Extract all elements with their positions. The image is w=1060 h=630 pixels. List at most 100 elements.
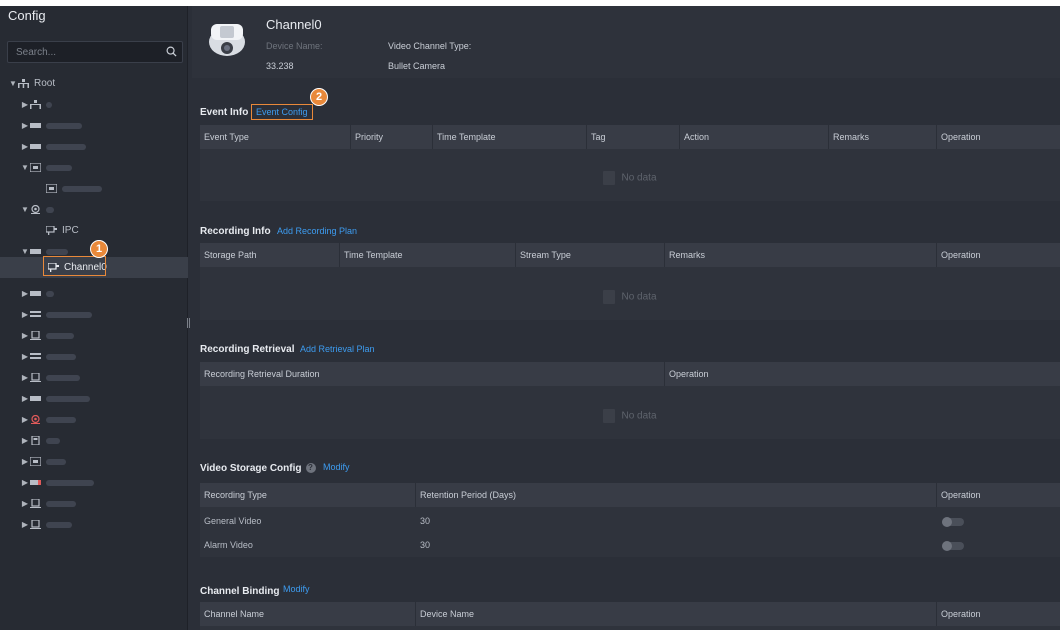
nvr-icon bbox=[30, 144, 41, 149]
collapse-arrow-icon[interactable]: ▶ bbox=[20, 415, 30, 424]
expand-arrow-icon[interactable]: ▼ bbox=[20, 247, 30, 256]
step1-badge: 1 bbox=[90, 240, 108, 258]
table-header: Recording Retrieval Duration Operation bbox=[200, 362, 1060, 386]
column-header[interactable]: Operation bbox=[937, 602, 1060, 626]
collapse-arrow-icon[interactable]: ▶ bbox=[20, 373, 30, 382]
collapse-arrow-icon[interactable]: ▶ bbox=[20, 142, 30, 151]
redacted-label bbox=[46, 206, 54, 213]
expand-arrow-icon[interactable]: ▼ bbox=[8, 79, 18, 88]
retention-cell: 30 bbox=[420, 540, 431, 550]
collapse-arrow-icon[interactable]: ▶ bbox=[20, 520, 30, 529]
channel-binding-title: Channel Binding bbox=[200, 586, 280, 597]
expand-arrow-icon[interactable]: ▼ bbox=[20, 163, 30, 172]
device-name-value: 33.238 bbox=[266, 61, 294, 71]
collapse-arrow-icon[interactable]: ▶ bbox=[20, 457, 30, 466]
video-storage-table: Recording Type Retention Period (Days) O… bbox=[200, 483, 1060, 557]
column-header[interactable]: Remarks bbox=[829, 125, 937, 149]
add-retrieval-plan-link[interactable]: Add Retrieval Plan bbox=[300, 344, 375, 354]
search-input[interactable] bbox=[8, 42, 158, 63]
search-box bbox=[7, 41, 183, 63]
column-header[interactable]: Time Template bbox=[340, 243, 516, 267]
column-header[interactable]: Channel Name bbox=[200, 602, 416, 626]
column-header[interactable]: Event Type bbox=[200, 125, 351, 149]
redacted-label bbox=[46, 122, 82, 129]
tree-node-device[interactable]: ▶ bbox=[0, 451, 188, 472]
alarm-video-toggle[interactable] bbox=[942, 541, 964, 551]
recording-info-title: Recording Info bbox=[200, 226, 271, 237]
tree-node-device[interactable]: ▶ bbox=[0, 325, 188, 346]
column-header[interactable]: Stream Type bbox=[516, 243, 665, 267]
column-header[interactable]: Operation bbox=[937, 125, 1060, 149]
tree-node-device[interactable]: ▶ bbox=[0, 283, 188, 304]
event-info-table: Event Type Priority Time Template Tag Ac… bbox=[200, 125, 1060, 201]
redacted-label bbox=[46, 395, 90, 402]
bullet-camera-icon bbox=[209, 24, 245, 56]
tree-node-group[interactable]: ▶ bbox=[0, 94, 188, 115]
column-header[interactable]: Recording Type bbox=[200, 483, 416, 507]
tree-node-device[interactable]: ▶ bbox=[0, 115, 188, 136]
redacted-label bbox=[46, 290, 54, 297]
column-header[interactable]: Retention Period (Days) bbox=[416, 483, 937, 507]
column-header[interactable]: Recording Retrieval Duration bbox=[200, 362, 665, 386]
tree-node-device[interactable]: ▶ bbox=[0, 304, 188, 325]
collapse-arrow-icon[interactable]: ▶ bbox=[20, 310, 30, 319]
general-video-toggle[interactable] bbox=[942, 517, 964, 527]
tree-node-device[interactable]: ▶ bbox=[0, 493, 188, 514]
tree-node-device[interactable]: ▶ bbox=[0, 388, 188, 409]
tree-node-device[interactable]: ▼ bbox=[0, 199, 188, 220]
redacted-label bbox=[46, 101, 52, 108]
sidebar-resize-handle[interactable] bbox=[187, 318, 190, 328]
tree-node-device[interactable]: ▶ bbox=[0, 136, 188, 157]
column-header[interactable]: Storage Path bbox=[200, 243, 340, 267]
tree-node-device[interactable]: ▶ bbox=[0, 409, 188, 430]
video-storage-title: Video Storage Config? bbox=[200, 463, 316, 474]
help-icon[interactable]: ? bbox=[305, 463, 316, 474]
empty-state: No data bbox=[200, 290, 1060, 304]
tree-node-device[interactable]: ▶ bbox=[0, 430, 188, 451]
column-header[interactable]: Priority bbox=[351, 125, 433, 149]
column-header[interactable]: Remarks bbox=[665, 243, 937, 267]
tree-node-device[interactable]: ▶ bbox=[0, 514, 188, 535]
search-icon[interactable] bbox=[166, 46, 177, 57]
tree-node-device[interactable]: ▶ bbox=[0, 472, 188, 493]
tree-node-ipc[interactable]: IPC bbox=[0, 220, 188, 241]
channel-icon bbox=[46, 226, 57, 235]
tree-node-device[interactable]: ▶ bbox=[0, 346, 188, 367]
access-control-icon bbox=[30, 353, 41, 359]
event-info-title: Event Info bbox=[200, 107, 249, 118]
column-header[interactable]: Time Template bbox=[433, 125, 587, 149]
org-icon bbox=[18, 79, 29, 88]
column-header[interactable]: Device Name bbox=[416, 602, 937, 626]
redacted-label bbox=[46, 521, 72, 528]
tree-node-device[interactable]: ▶ bbox=[0, 367, 188, 388]
collapse-arrow-icon[interactable]: ▶ bbox=[20, 100, 30, 109]
nvr-alert-icon bbox=[30, 480, 41, 485]
collapse-arrow-icon[interactable]: ▶ bbox=[20, 331, 30, 340]
column-header[interactable]: Action bbox=[680, 125, 829, 149]
recording-retrieval-title: Recording Retrieval bbox=[200, 344, 295, 355]
collapse-arrow-icon[interactable]: ▶ bbox=[20, 499, 30, 508]
tree-node-root[interactable]: ▼ Root bbox=[0, 73, 188, 94]
column-header[interactable]: Operation bbox=[937, 243, 1060, 267]
video-storage-modify-link[interactable]: Modify bbox=[323, 462, 350, 472]
tree-node-device[interactable]: ▼ bbox=[0, 157, 188, 178]
column-header[interactable]: Operation bbox=[937, 483, 1060, 507]
collapse-arrow-icon[interactable]: ▶ bbox=[20, 478, 30, 487]
channel-name: Channel0 bbox=[266, 17, 322, 32]
column-header[interactable]: Operation bbox=[665, 362, 1060, 386]
collapse-arrow-icon[interactable]: ▶ bbox=[20, 289, 30, 298]
step1-highlight-box bbox=[43, 256, 106, 276]
column-header[interactable]: Tag bbox=[587, 125, 680, 149]
add-recording-plan-link[interactable]: Add Recording Plan bbox=[277, 226, 357, 236]
table-header: Channel Name Device Name Operation bbox=[200, 602, 1060, 626]
video-storage-title-text: Video Storage Config bbox=[200, 463, 302, 474]
collapse-arrow-icon[interactable]: ▶ bbox=[20, 121, 30, 130]
collapse-arrow-icon[interactable]: ▶ bbox=[20, 352, 30, 361]
tree-node-channel[interactable] bbox=[0, 178, 188, 199]
collapse-arrow-icon[interactable]: ▶ bbox=[20, 436, 30, 445]
expand-arrow-icon[interactable]: ▼ bbox=[20, 205, 30, 214]
step2-badge: 2 bbox=[310, 88, 328, 106]
collapse-arrow-icon[interactable]: ▶ bbox=[20, 394, 30, 403]
encoder-icon bbox=[30, 457, 41, 466]
channel-binding-modify-link[interactable]: Modify bbox=[283, 584, 310, 594]
